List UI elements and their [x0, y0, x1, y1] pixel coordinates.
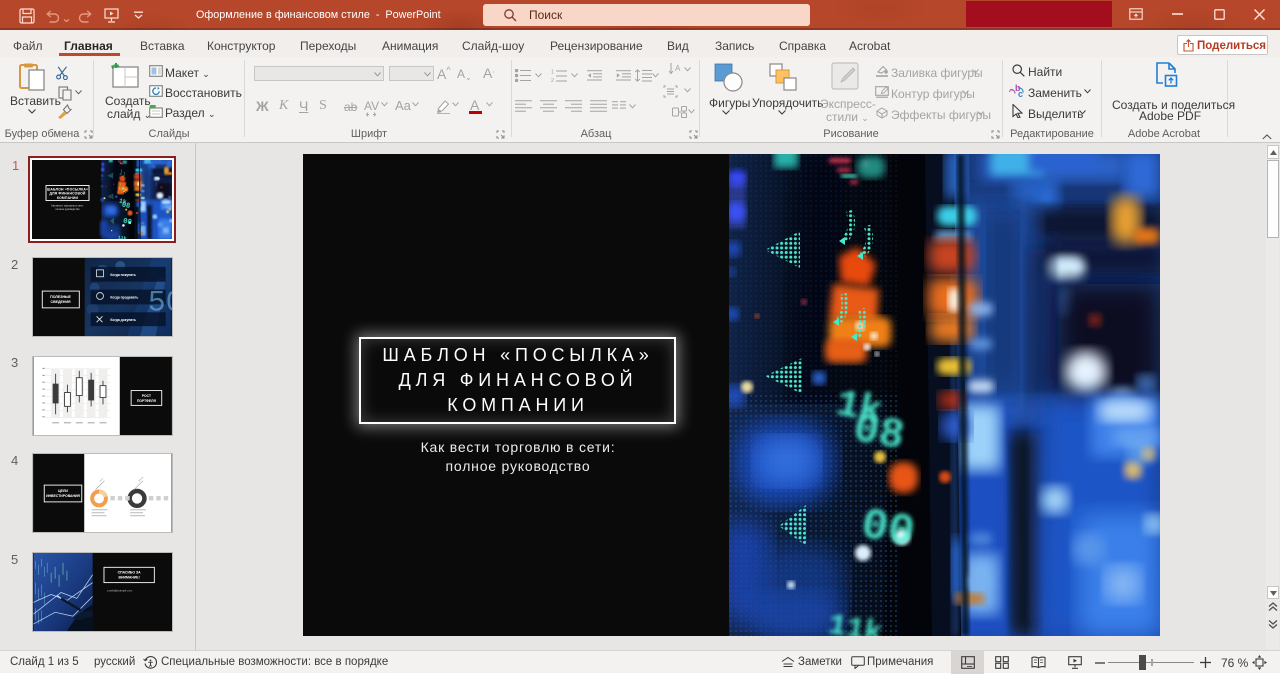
svg-text:A: A	[675, 64, 681, 73]
svg-text:Когда докупать: Когда докупать	[110, 318, 136, 322]
svg-text:proekt@example.com: proekt@example.com	[107, 589, 132, 593]
svg-text:Как вести торговлю в сети:: Как вести торговлю в сети:	[51, 203, 84, 207]
svg-text:ПОРТФЕЛЯ: ПОРТФЕЛЯ	[136, 398, 156, 402]
svg-text:ЦЕЛИ: ЦЕЛИ	[58, 489, 68, 493]
svg-text:СВЕДЕНИЯ: СВЕДЕНИЯ	[50, 300, 70, 304]
svg-text:СПАСИБО ЗА: СПАСИБО ЗА	[118, 571, 142, 575]
svg-text:полное руководство: полное руководство	[55, 208, 80, 211]
svg-text:ПОЛЕЗНЫЕ: ПОЛЕЗНЫЕ	[50, 295, 71, 299]
svg-text:ВНИМАНИЕ!: ВНИМАНИЕ!	[119, 576, 140, 580]
svg-text:Когда продавать: Когда продавать	[110, 295, 138, 299]
svg-text:1: 1	[551, 70, 554, 76]
svg-text:2: 2	[551, 78, 554, 82]
svg-text:КОМПАНИИ: КОМПАНИИ	[56, 195, 78, 199]
svg-text:РОСТ: РОСТ	[141, 393, 150, 397]
svg-text:ИНВЕСТИРОВАНИЯ: ИНВЕСТИРОВАНИЯ	[46, 494, 80, 498]
svg-text:50: 50	[147, 285, 172, 319]
svg-text:Когда покупать: Когда покупать	[110, 273, 135, 277]
